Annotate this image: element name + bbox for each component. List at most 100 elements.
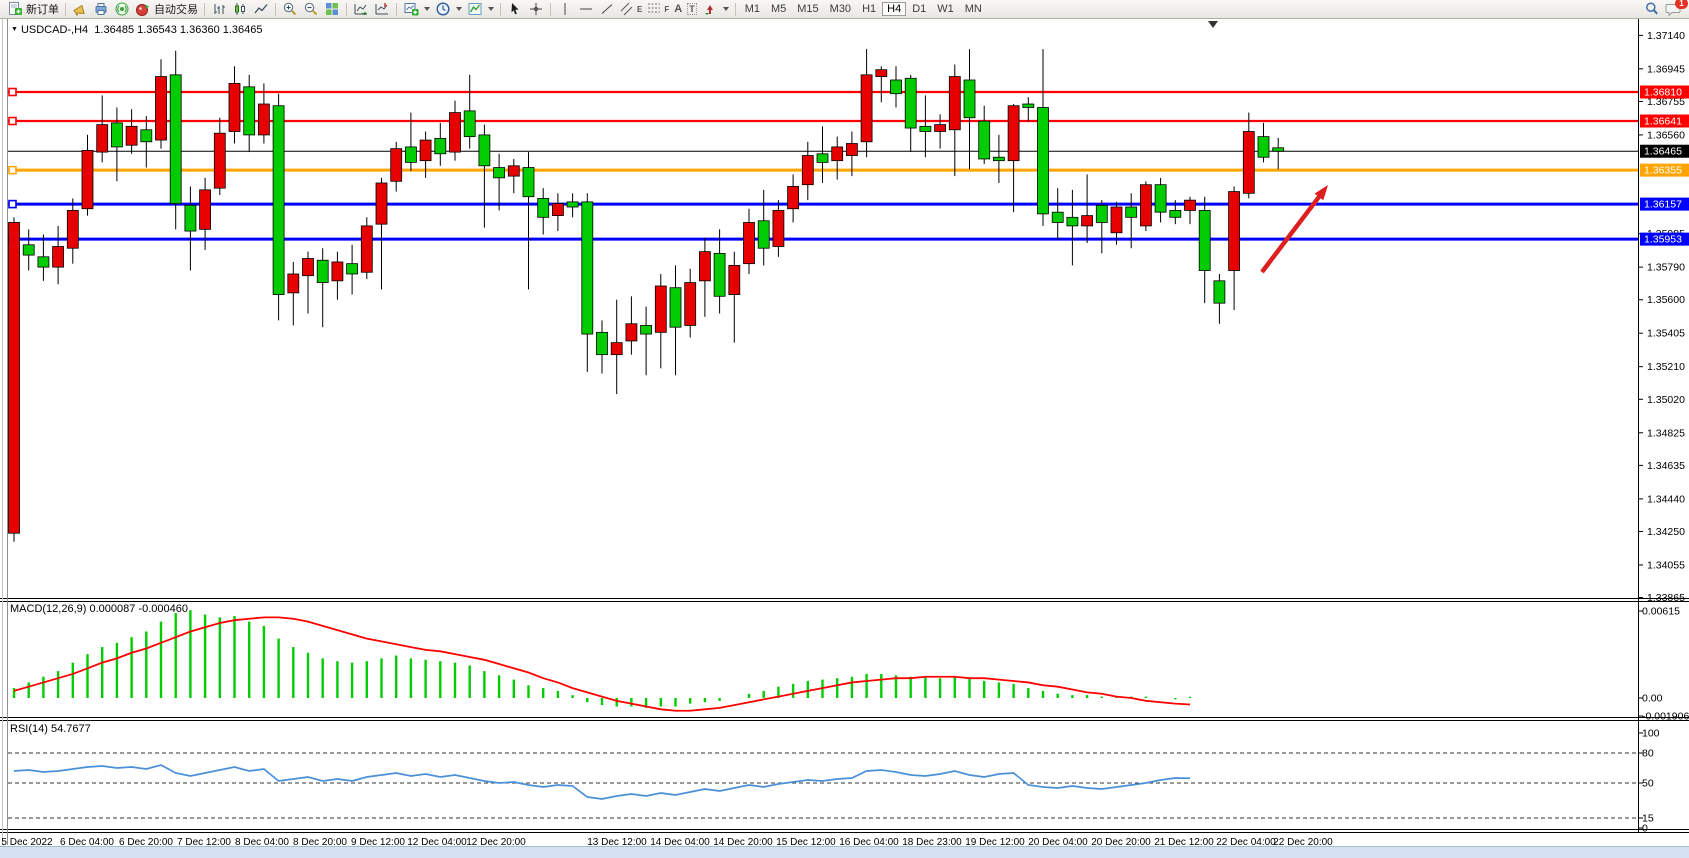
toolbar-separator: [204, 3, 205, 16]
svg-text:1.35600: 1.35600: [1647, 294, 1685, 306]
toolbar-separator: [65, 3, 66, 16]
text-label-icon: T: [687, 3, 697, 15]
tf-m15[interactable]: M15: [792, 2, 823, 16]
new-chart-icon: [403, 1, 419, 17]
chart-shift-marker[interactable]: [1208, 21, 1218, 28]
svg-text:1.34635: 1.34635: [1647, 460, 1685, 472]
macd-signal-value: -0.000460: [138, 603, 188, 615]
svg-text:1.35405: 1.35405: [1647, 328, 1685, 340]
zoom-in-button[interactable]: [280, 1, 300, 18]
new-order-label: 新订单: [26, 1, 59, 17]
notification-badge: 1: [1675, 0, 1688, 9]
megaphone-button[interactable]: [70, 1, 90, 18]
tf-mn[interactable]: MN: [960, 2, 987, 16]
macd-axis: 0.006150.00-0.001906: [1638, 606, 1689, 723]
arrow-annotation[interactable]: [1262, 185, 1328, 272]
channel-button[interactable]: E: [618, 1, 644, 18]
cursor-icon: [507, 1, 523, 17]
svg-text:1.34825: 1.34825: [1647, 427, 1685, 439]
chevron-down-icon: [424, 7, 430, 11]
new-order-button[interactable]: 新订单: [5, 1, 61, 18]
macd-name: MACD(12,26,9): [10, 603, 86, 615]
svg-text:50: 50: [1642, 778, 1654, 790]
tf-h1[interactable]: H1: [857, 2, 881, 16]
zoom-out-icon: [303, 1, 319, 17]
indicators-button[interactable]: [465, 1, 496, 18]
tile-windows-button[interactable]: [322, 1, 342, 18]
signals-icon: [114, 1, 130, 17]
svg-text:0.00615: 0.00615: [1642, 606, 1680, 618]
svg-text:1.36157: 1.36157: [1644, 199, 1682, 211]
trendline-button[interactable]: [597, 1, 617, 18]
megaphone-icon: [72, 1, 88, 17]
chart-shift-button[interactable]: [372, 1, 392, 18]
tile-windows-icon: [324, 1, 340, 17]
new-chart-button[interactable]: [401, 1, 432, 18]
toolbar-separator: [396, 3, 397, 16]
fibonacci-label: F: [664, 5, 669, 14]
zoom-out-button[interactable]: [301, 1, 321, 18]
toolbar-separator: [346, 3, 347, 16]
svg-text:1.36641: 1.36641: [1644, 116, 1682, 128]
chart-canvas[interactable]: 1.371401.369451.367551.365601.359851.357…: [0, 0, 1689, 858]
chevron-down-icon: [488, 7, 494, 11]
macd-indicator-label: MACD(12,26,9) 0.000087 -0.000460: [10, 603, 188, 615]
svg-text:1.35020: 1.35020: [1647, 394, 1685, 406]
clock-icon: [435, 1, 451, 17]
svg-text:1.36810: 1.36810: [1644, 87, 1682, 99]
svg-text:1.34055: 1.34055: [1647, 559, 1685, 571]
notifications-button[interactable]: 1: [1663, 1, 1684, 18]
text-button[interactable]: A: [672, 1, 684, 18]
tf-w1[interactable]: W1: [932, 2, 959, 16]
signals-button[interactable]: [112, 1, 132, 18]
chevron-down-icon: ▼: [11, 26, 18, 33]
search-button[interactable]: [1642, 1, 1662, 18]
svg-text:1.34440: 1.34440: [1647, 493, 1685, 505]
rsi-indicator-label: RSI(14) 54.7677: [10, 723, 91, 735]
chevron-down-icon: [456, 7, 462, 11]
horizontal-line[interactable]: [8, 201, 1638, 208]
printer-button[interactable]: [91, 1, 111, 18]
svg-text:1.36465: 1.36465: [1644, 146, 1682, 158]
profiles-button[interactable]: [433, 1, 464, 18]
svg-text:-0.001906: -0.001906: [1642, 711, 1689, 723]
toolbar-separator: [550, 3, 551, 16]
candlestick-button[interactable]: [230, 1, 250, 18]
rsi-axis: 1008050150: [8, 728, 1660, 835]
channel-icon: [620, 1, 634, 17]
tf-m1[interactable]: M1: [740, 2, 765, 16]
cursor-button[interactable]: [505, 1, 525, 18]
zoom-in-icon: [282, 1, 298, 17]
new-order-icon: [7, 1, 23, 17]
arrows-button[interactable]: [700, 1, 731, 18]
auto-trading-button[interactable]: 自动交易: [133, 1, 200, 18]
svg-text:100: 100: [1642, 728, 1660, 740]
vertical-line-icon: [557, 1, 573, 17]
svg-text:1.35790: 1.35790: [1647, 262, 1685, 274]
text-label-button[interactable]: T: [685, 1, 699, 18]
tf-m30[interactable]: M30: [825, 2, 856, 16]
auto-scroll-button[interactable]: [351, 1, 371, 18]
horizontal-line-button[interactable]: [576, 1, 596, 18]
svg-text:1.36945: 1.36945: [1647, 63, 1685, 75]
tf-d1[interactable]: D1: [907, 2, 931, 16]
tf-h4[interactable]: H4: [882, 2, 906, 16]
tf-m5[interactable]: M5: [766, 2, 791, 16]
main-toolbar: 新订单 自动交易: [0, 0, 1689, 19]
svg-text:0: 0: [1642, 823, 1648, 835]
fibonacci-button[interactable]: F: [645, 1, 671, 18]
horizontal-line[interactable]: [8, 236, 1638, 243]
chevron-down-icon: [723, 7, 729, 11]
chart-shift-icon: [374, 1, 390, 17]
rsi-name: RSI(14): [10, 723, 48, 735]
svg-text:1.33865: 1.33865: [1647, 592, 1685, 604]
crosshair-button[interactable]: [526, 1, 546, 18]
vertical-line-button[interactable]: [555, 1, 575, 18]
auto-scroll-icon: [353, 1, 369, 17]
svg-text:80: 80: [1642, 748, 1654, 760]
line-chart-button[interactable]: [251, 1, 271, 18]
text-icon: A: [674, 3, 682, 15]
candlestick-icon: [232, 1, 248, 17]
candlesticks: [9, 49, 1284, 542]
bar-chart-button[interactable]: [209, 1, 229, 18]
